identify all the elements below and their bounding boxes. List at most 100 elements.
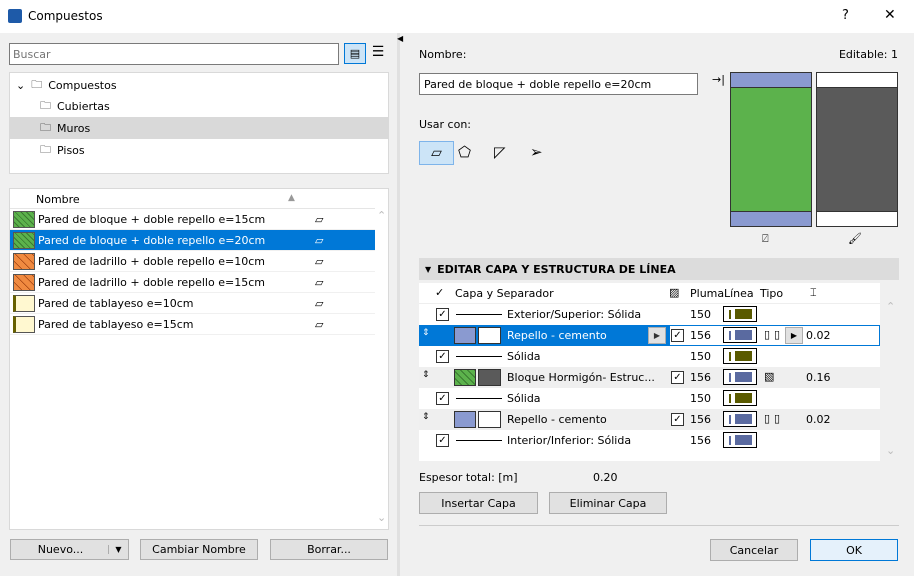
structure-type-icon[interactable]: ▯▯ — [764, 328, 784, 341]
hatch-column-icon: ▨ — [669, 286, 680, 299]
layer-row[interactable]: ⇕ Repello - cemento ▶ ✓ ▯▯ ▶ 0.02 156 — [419, 325, 880, 346]
line-sample — [456, 440, 502, 441]
core-checkbox[interactable]: ✓ — [671, 329, 684, 342]
delete-button[interactable]: Borrar... — [270, 539, 388, 560]
structure-type-icon[interactable]: ▧ — [764, 370, 778, 383]
drag-handle-icon[interactable]: ⇕ — [422, 328, 430, 338]
surface-swatch[interactable] — [478, 411, 501, 428]
use-slab-icon[interactable]: ⬠ — [458, 143, 471, 161]
cancel-button[interactable]: Cancelar — [710, 539, 798, 561]
line-pen-swatch[interactable] — [723, 390, 757, 406]
visibility-checkbox[interactable]: ✓ — [436, 392, 449, 405]
line-sample — [456, 314, 502, 315]
list-item[interactable]: Pared de ladrillo + doble repello e=10cm… — [10, 251, 375, 272]
surface-swatch[interactable] — [478, 369, 501, 386]
title-bar: Compuestos ? ✕ — [0, 0, 914, 33]
list-item[interactable]: Pared de bloque + doble repello e=15cm ▱ — [10, 209, 375, 230]
scroll-down-icon[interactable]: ⌄ — [377, 511, 386, 524]
table-scroll-down-icon[interactable]: ⌄ — [886, 444, 895, 457]
remove-layer-button[interactable]: Eliminar Capa — [549, 492, 667, 514]
folder-icon: 🗀 — [40, 98, 51, 112]
tree-view-button[interactable]: ▤ — [344, 43, 366, 64]
line-pen-swatch[interactable] — [723, 411, 757, 427]
name-label: Nombre: — [419, 48, 467, 61]
fill-swatch[interactable] — [454, 411, 476, 428]
list-view-icon[interactable]: ☰ — [368, 43, 388, 64]
core-checkbox[interactable]: ✓ — [671, 371, 684, 384]
tree-root[interactable]: ⌄ 🗀 Compuestos — [16, 77, 117, 93]
insert-layer-button[interactable]: Insertar Capa — [419, 492, 538, 514]
use-shell-icon[interactable]: ➢ — [530, 143, 543, 161]
line-sample — [456, 398, 502, 399]
close-button[interactable]: ✕ — [884, 7, 896, 23]
line-pen-swatch[interactable] — [723, 432, 757, 448]
table-scroll-up-icon[interactable]: ⌃ — [886, 300, 895, 313]
help-button[interactable]: ? — [842, 8, 849, 23]
panel-divider[interactable] — [397, 33, 400, 576]
composites-list: Nombre ▲ Pared de bloque + doble repello… — [9, 188, 389, 530]
section-header[interactable]: ▼ EDITAR CAPA Y ESTRUCTURA DE LÍNEA — [419, 258, 899, 280]
use-wall-button[interactable]: ▱ — [419, 141, 454, 165]
total-thickness-label: Espesor total: [m] — [419, 471, 518, 484]
line-pen-swatch[interactable] — [723, 369, 757, 385]
new-button[interactable]: Nuevo... ▼ — [10, 539, 129, 560]
chevron-down-icon: ⌄ — [16, 78, 26, 92]
tree-item-pisos[interactable]: 🗀 Pisos — [10, 139, 388, 161]
composite-swatch-icon — [13, 252, 35, 270]
scroll-up-icon[interactable]: ⌃ — [377, 209, 386, 222]
ok-button[interactable]: OK — [810, 539, 898, 561]
folder-icon: 🗀 — [31, 77, 43, 91]
line-pen-swatch[interactable] — [723, 306, 757, 322]
visibility-checkbox[interactable]: ✓ — [436, 350, 449, 363]
type-arrow-button[interactable]: ▶ — [785, 327, 803, 344]
separator-row[interactable]: ✓ Interior/Inferior: Sólida 156 — [419, 430, 880, 451]
folder-tree: ⌄ 🗀 Compuestos 🗀 Cubiertas 🗀 Muros 🗀 Pisos — [9, 72, 389, 174]
search-input[interactable] — [9, 43, 339, 65]
fill-swatch[interactable] — [454, 327, 476, 344]
separator-row[interactable]: ✓ Sólida 150 — [419, 388, 880, 409]
layer-row[interactable]: ⇕ Bloque Hormigón- Estruc... ✓ ▧ 0.16 156 — [419, 367, 880, 388]
expand-arrow-button[interactable]: ▶ — [648, 327, 666, 344]
collapse-triangle-icon: ▼ — [425, 264, 432, 274]
structure-type-icon[interactable]: ▯▯ — [764, 412, 784, 425]
name-input[interactable] — [419, 73, 698, 95]
separator-row[interactable]: ✓ Sólida 150 — [419, 346, 880, 367]
dropdown-arrow-icon[interactable]: ▼ — [108, 545, 128, 554]
cut-fill-preview — [730, 72, 812, 227]
list-item[interactable]: Pared de ladrillo + doble repello e=15cm… — [10, 272, 375, 293]
cut-fill-icon[interactable]: ⍁ — [762, 232, 769, 246]
composite-swatch-icon — [13, 210, 35, 228]
drag-handle-icon[interactable]: ⇕ — [422, 412, 430, 422]
wall-icon: ▱ — [315, 317, 324, 331]
wall-icon: ▱ — [315, 233, 324, 247]
separator-row[interactable]: ✓ Exterior/Superior: Sólida 150 — [419, 304, 880, 325]
core-checkbox[interactable]: ✓ — [671, 413, 684, 426]
check-all-icon[interactable]: ✓ — [435, 286, 444, 299]
visibility-checkbox[interactable]: ✓ — [436, 308, 449, 321]
wall-icon: ▱ — [315, 296, 324, 310]
line-pen-swatch[interactable] — [723, 348, 757, 364]
composite-swatch-icon — [13, 273, 35, 291]
app-icon — [8, 9, 22, 23]
visibility-checkbox[interactable]: ✓ — [436, 434, 449, 447]
use-roof-icon[interactable]: ◸ — [494, 143, 506, 161]
rename-button[interactable]: Cambiar Nombre — [140, 539, 258, 560]
list-item[interactable]: Pared de bloque + doble repello e=20cm ▱ — [10, 230, 375, 251]
tree-item-cubiertas[interactable]: 🗀 Cubiertas — [10, 95, 388, 117]
surface-brush-icon[interactable]: 🖌 — [848, 232, 862, 245]
surface-swatch[interactable] — [478, 327, 501, 344]
list-header[interactable]: Nombre ▲ — [10, 189, 375, 209]
list-item[interactable]: Pared de tablayeso e=10cm ▱ — [10, 293, 375, 314]
folder-icon: 🗀 — [40, 142, 51, 156]
fill-swatch[interactable] — [454, 369, 476, 386]
folder-icon: 🗀 — [40, 120, 51, 134]
layer-row[interactable]: ⇕ Repello - cemento ✓ ▯▯ 0.02 156 — [419, 409, 880, 430]
tree-item-muros[interactable]: 🗀 Muros — [10, 117, 388, 139]
line-pen-swatch[interactable] — [723, 327, 757, 343]
wall-icon: ▱ — [315, 275, 324, 289]
drag-handle-icon[interactable]: ⇕ — [422, 370, 430, 380]
collapse-arrow-icon[interactable]: ◀ — [397, 34, 403, 43]
list-item[interactable]: Pared de tablayeso e=15cm ▱ — [10, 314, 375, 335]
wall-icon: ▱ — [315, 212, 324, 226]
surface-preview — [816, 72, 898, 227]
